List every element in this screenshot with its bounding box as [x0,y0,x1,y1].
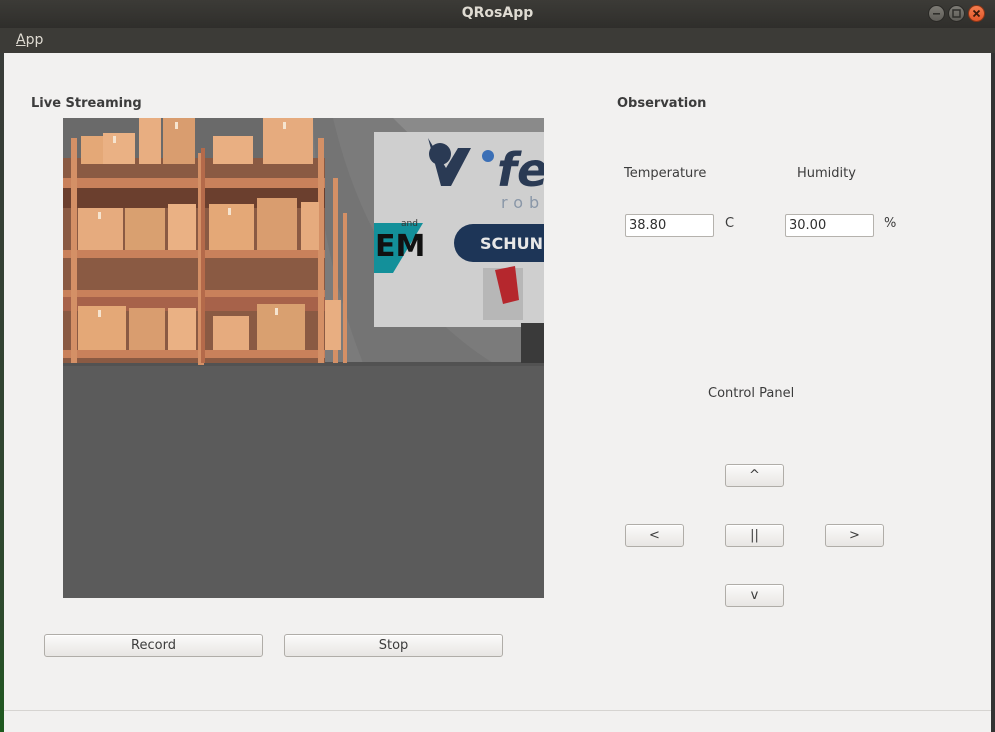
sign-brand-sub-text: rob [501,193,544,212]
sign-schunk-text: SCHUN [480,234,543,253]
observation-title: Observation [617,96,707,111]
maximize-button[interactable] [948,5,965,22]
status-bar-divider [4,710,991,711]
main-window-content: Live Streaming fe rob and EM SCHUN Recor… [4,53,991,732]
move-down-button[interactable]: v [725,584,784,607]
menu-bar: App [0,28,995,53]
humidity-unit: % [884,216,897,231]
temperature-field[interactable]: 38.80 [625,214,714,237]
live-streaming-title: Live Streaming [31,96,142,111]
menu-app[interactable]: App [16,32,43,48]
desktop-background-right [991,0,995,732]
sign-brand-text: fe [497,143,544,197]
window-title: QRosApp [461,5,534,21]
stop-recording-button[interactable]: Stop [284,634,503,657]
humidity-label: Humidity [797,166,856,181]
move-up-button[interactable]: ^ [725,464,784,487]
sign-em-text: EM [375,229,425,264]
move-right-button[interactable]: > [825,524,884,547]
humidity-field[interactable]: 30.00 [785,214,874,237]
minimize-icon [933,13,940,15]
move-left-button[interactable]: < [625,524,684,547]
record-button[interactable]: Record [44,634,263,657]
close-button[interactable] [968,5,985,22]
temperature-unit: C [725,216,735,231]
temperature-label: Temperature [624,166,707,181]
pause-button[interactable]: || [725,524,784,547]
minimize-button[interactable] [928,5,945,22]
close-icon [972,9,981,18]
menu-app-label: pp [25,32,44,48]
window-titlebar[interactable]: QRosApp [0,0,995,28]
control-panel-title: Control Panel [708,386,795,401]
maximize-icon [952,9,961,18]
menu-app-mnemonic: A [16,32,26,48]
shelf-rack [63,118,347,365]
sign-small-text: and [401,219,418,229]
camera-frame: fe rob and EM SCHUN [63,118,544,598]
live-stream-view: fe rob and EM SCHUN [63,118,544,598]
